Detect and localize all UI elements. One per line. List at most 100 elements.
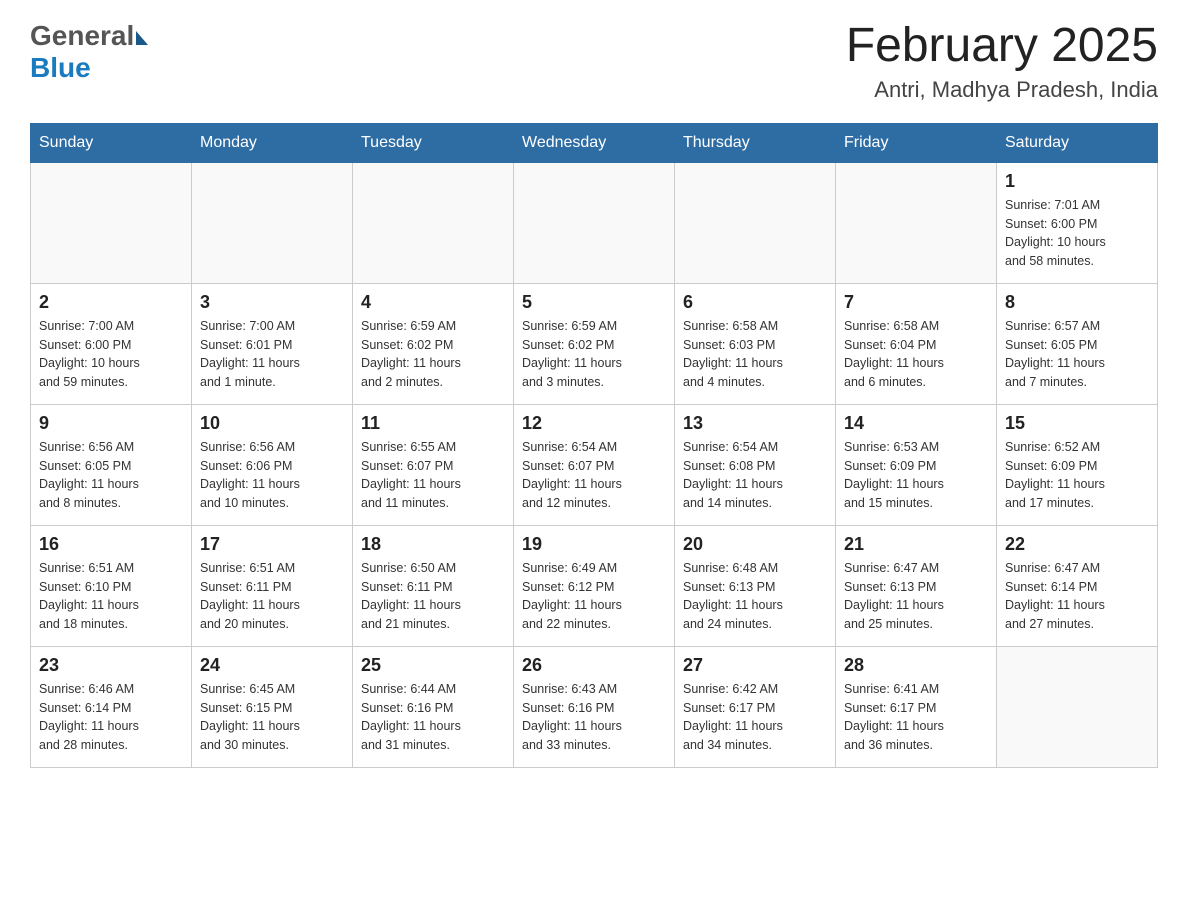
day-of-week-header: Monday <box>192 123 353 162</box>
day-info: Sunrise: 6:47 AMSunset: 6:13 PMDaylight:… <box>844 559 988 634</box>
calendar-day-cell <box>353 162 514 283</box>
day-number: 28 <box>844 655 988 676</box>
calendar-week-row: 9 Sunrise: 6:56 AMSunset: 6:05 PMDaylight… <box>31 404 1158 525</box>
day-number: 9 <box>39 413 183 434</box>
day-info: Sunrise: 6:54 AMSunset: 6:08 PMDaylight:… <box>683 438 827 513</box>
day-of-week-header: Saturday <box>997 123 1158 162</box>
calendar-day-cell: 25 Sunrise: 6:44 AMSunset: 6:16 PMDayligh… <box>353 646 514 767</box>
day-of-week-header: Wednesday <box>514 123 675 162</box>
day-info: Sunrise: 6:59 AMSunset: 6:02 PMDaylight:… <box>361 317 505 392</box>
calendar-day-cell: 28 Sunrise: 6:41 AMSunset: 6:17 PMDayligh… <box>836 646 997 767</box>
logo-chevron-icon <box>136 31 148 45</box>
day-number: 10 <box>200 413 344 434</box>
calendar-day-cell: 11 Sunrise: 6:55 AMSunset: 6:07 PMDayligh… <box>353 404 514 525</box>
calendar-day-cell: 4 Sunrise: 6:59 AMSunset: 6:02 PMDaylight… <box>353 283 514 404</box>
logo-blue: Blue <box>30 52 91 83</box>
day-info: Sunrise: 6:56 AMSunset: 6:06 PMDaylight:… <box>200 438 344 513</box>
calendar-day-cell <box>31 162 192 283</box>
calendar-day-cell: 17 Sunrise: 6:51 AMSunset: 6:11 PMDayligh… <box>192 525 353 646</box>
calendar-day-cell: 5 Sunrise: 6:59 AMSunset: 6:02 PMDaylight… <box>514 283 675 404</box>
day-info: Sunrise: 7:00 AMSunset: 6:01 PMDaylight:… <box>200 317 344 392</box>
day-of-week-header: Sunday <box>31 123 192 162</box>
page-header: General Blue February 2025 Antri, Madhya… <box>30 20 1158 103</box>
logo-general: General <box>30 20 134 52</box>
day-number: 3 <box>200 292 344 313</box>
calendar-day-cell: 15 Sunrise: 6:52 AMSunset: 6:09 PMDayligh… <box>997 404 1158 525</box>
day-info: Sunrise: 6:58 AMSunset: 6:04 PMDaylight:… <box>844 317 988 392</box>
day-number: 11 <box>361 413 505 434</box>
calendar-day-cell: 26 Sunrise: 6:43 AMSunset: 6:16 PMDayligh… <box>514 646 675 767</box>
calendar-day-cell: 7 Sunrise: 6:58 AMSunset: 6:04 PMDaylight… <box>836 283 997 404</box>
day-number: 5 <box>522 292 666 313</box>
day-info: Sunrise: 6:51 AMSunset: 6:10 PMDaylight:… <box>39 559 183 634</box>
day-number: 22 <box>1005 534 1149 555</box>
day-info: Sunrise: 6:51 AMSunset: 6:11 PMDaylight:… <box>200 559 344 634</box>
calendar-day-cell: 19 Sunrise: 6:49 AMSunset: 6:12 PMDayligh… <box>514 525 675 646</box>
calendar-day-cell: 24 Sunrise: 6:45 AMSunset: 6:15 PMDayligh… <box>192 646 353 767</box>
day-number: 6 <box>683 292 827 313</box>
day-info: Sunrise: 6:47 AMSunset: 6:14 PMDaylight:… <box>1005 559 1149 634</box>
day-number: 8 <box>1005 292 1149 313</box>
day-number: 16 <box>39 534 183 555</box>
day-info: Sunrise: 6:49 AMSunset: 6:12 PMDaylight:… <box>522 559 666 634</box>
calendar-day-cell: 12Sunrise: 6:54 AMSunset: 6:07 PMDayligh… <box>514 404 675 525</box>
day-info: Sunrise: 6:42 AMSunset: 6:17 PMDaylight:… <box>683 680 827 755</box>
day-info: Sunrise: 6:59 AMSunset: 6:02 PMDaylight:… <box>522 317 666 392</box>
calendar-day-cell: 10 Sunrise: 6:56 AMSunset: 6:06 PMDayligh… <box>192 404 353 525</box>
calendar-week-row: 16 Sunrise: 6:51 AMSunset: 6:10 PMDayligh… <box>31 525 1158 646</box>
day-number: 17 <box>200 534 344 555</box>
day-number: 13 <box>683 413 827 434</box>
day-of-week-header: Tuesday <box>353 123 514 162</box>
calendar-day-cell <box>997 646 1158 767</box>
calendar-day-cell: 16 Sunrise: 6:51 AMSunset: 6:10 PMDayligh… <box>31 525 192 646</box>
day-info: Sunrise: 6:52 AMSunset: 6:09 PMDaylight:… <box>1005 438 1149 513</box>
day-number: 2 <box>39 292 183 313</box>
calendar-header-row: SundayMondayTuesdayWednesdayThursdayFrid… <box>31 123 1158 162</box>
calendar-table: SundayMondayTuesdayWednesdayThursdayFrid… <box>30 123 1158 768</box>
day-number: 23 <box>39 655 183 676</box>
calendar-day-cell: 18 Sunrise: 6:50 AMSunset: 6:11 PMDayligh… <box>353 525 514 646</box>
day-info: Sunrise: 7:01 AMSunset: 6:00 PMDaylight:… <box>1005 196 1149 271</box>
day-number: 24 <box>200 655 344 676</box>
day-number: 18 <box>361 534 505 555</box>
day-of-week-header: Thursday <box>675 123 836 162</box>
calendar-day-cell: 20Sunrise: 6:48 AMSunset: 6:13 PMDayligh… <box>675 525 836 646</box>
day-info: Sunrise: 7:00 AMSunset: 6:00 PMDaylight:… <box>39 317 183 392</box>
calendar-day-cell: 2 Sunrise: 7:00 AMSunset: 6:00 PMDaylight… <box>31 283 192 404</box>
day-number: 14 <box>844 413 988 434</box>
calendar-day-cell: 27Sunrise: 6:42 AMSunset: 6:17 PMDayligh… <box>675 646 836 767</box>
day-number: 19 <box>522 534 666 555</box>
day-number: 1 <box>1005 171 1149 192</box>
day-of-week-header: Friday <box>836 123 997 162</box>
location-title: Antri, Madhya Pradesh, India <box>846 77 1158 103</box>
calendar-day-cell: 8 Sunrise: 6:57 AMSunset: 6:05 PMDaylight… <box>997 283 1158 404</box>
calendar-week-row: 23 Sunrise: 6:46 AMSunset: 6:14 PMDayligh… <box>31 646 1158 767</box>
day-info: Sunrise: 6:43 AMSunset: 6:16 PMDaylight:… <box>522 680 666 755</box>
day-number: 21 <box>844 534 988 555</box>
day-info: Sunrise: 6:44 AMSunset: 6:16 PMDaylight:… <box>361 680 505 755</box>
calendar-day-cell: 23 Sunrise: 6:46 AMSunset: 6:14 PMDayligh… <box>31 646 192 767</box>
day-number: 7 <box>844 292 988 313</box>
day-number: 20 <box>683 534 827 555</box>
day-number: 25 <box>361 655 505 676</box>
day-info: Sunrise: 6:57 AMSunset: 6:05 PMDaylight:… <box>1005 317 1149 392</box>
calendar-week-row: 2 Sunrise: 7:00 AMSunset: 6:00 PMDaylight… <box>31 283 1158 404</box>
month-title: February 2025 <box>846 20 1158 73</box>
day-number: 12 <box>522 413 666 434</box>
day-number: 4 <box>361 292 505 313</box>
day-info: Sunrise: 6:45 AMSunset: 6:15 PMDaylight:… <box>200 680 344 755</box>
day-info: Sunrise: 6:50 AMSunset: 6:11 PMDaylight:… <box>361 559 505 634</box>
day-number: 15 <box>1005 413 1149 434</box>
day-info: Sunrise: 6:46 AMSunset: 6:14 PMDaylight:… <box>39 680 183 755</box>
day-info: Sunrise: 6:55 AMSunset: 6:07 PMDaylight:… <box>361 438 505 513</box>
day-info: Sunrise: 6:41 AMSunset: 6:17 PMDaylight:… <box>844 680 988 755</box>
day-info: Sunrise: 6:53 AMSunset: 6:09 PMDaylight:… <box>844 438 988 513</box>
calendar-day-cell: 14 Sunrise: 6:53 AMSunset: 6:09 PMDayligh… <box>836 404 997 525</box>
day-number: 26 <box>522 655 666 676</box>
calendar-day-cell: 13 Sunrise: 6:54 AMSunset: 6:08 PMDayligh… <box>675 404 836 525</box>
calendar-day-cell <box>836 162 997 283</box>
calendar-day-cell <box>675 162 836 283</box>
calendar-day-cell <box>514 162 675 283</box>
day-info: Sunrise: 6:56 AMSunset: 6:05 PMDaylight:… <box>39 438 183 513</box>
logo: General Blue <box>30 20 148 84</box>
